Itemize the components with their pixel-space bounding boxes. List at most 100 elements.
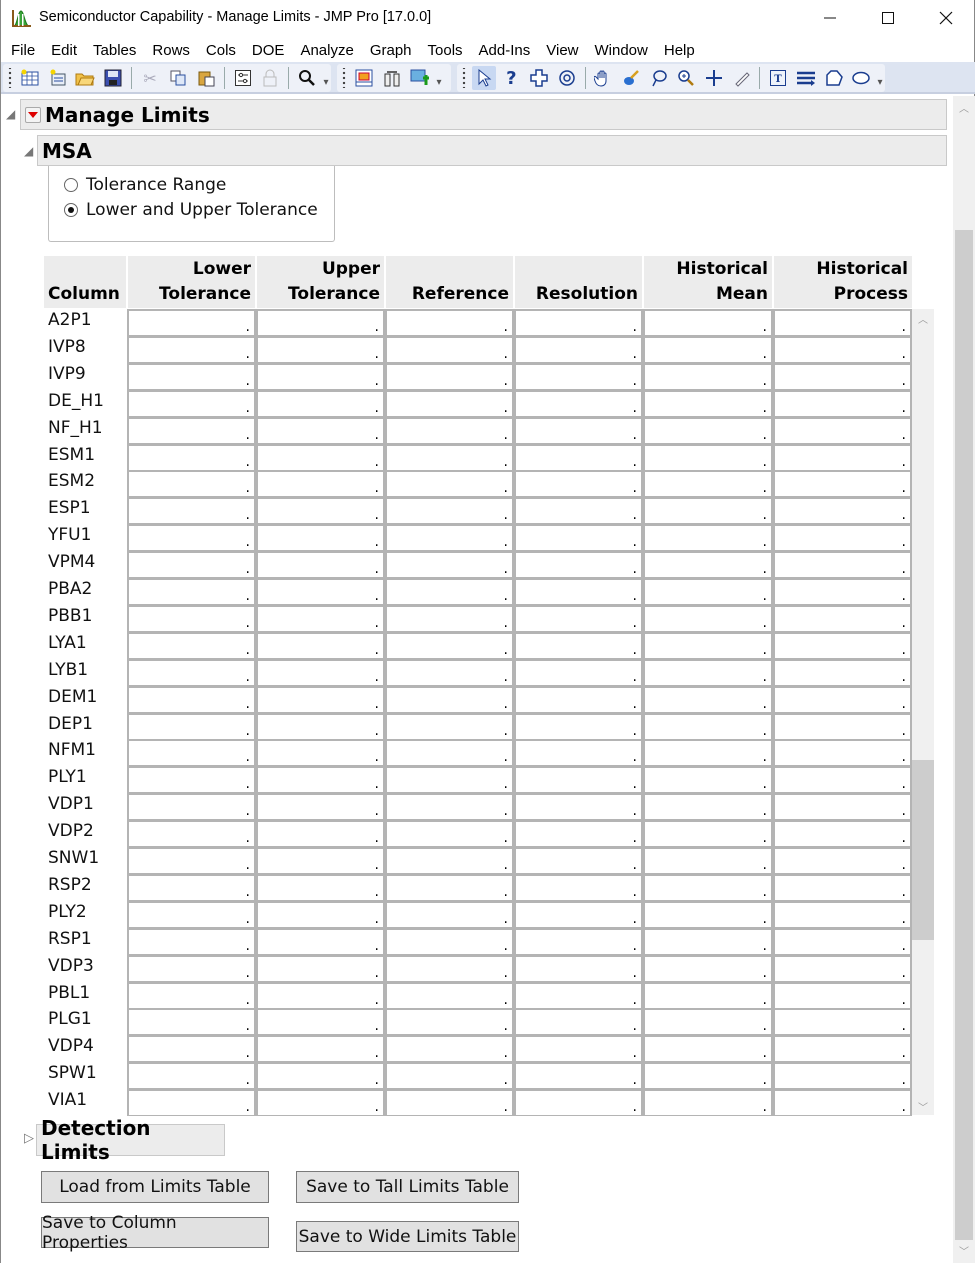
reference-input[interactable]: . xyxy=(385,820,514,848)
lasso-tool-icon[interactable] xyxy=(647,66,671,90)
historical-process-sigma-input[interactable]: . xyxy=(773,631,912,659)
upper-tolerance-input[interactable]: . xyxy=(256,416,385,444)
lower-tolerance-input[interactable]: . xyxy=(127,658,256,686)
historical-mean-input[interactable]: . xyxy=(643,981,773,1009)
lower-tolerance-input[interactable]: . xyxy=(127,578,256,605)
resolution-input[interactable]: . xyxy=(514,631,643,659)
line-tool-icon[interactable] xyxy=(730,66,754,90)
lower-tolerance-input[interactable]: . xyxy=(127,524,256,552)
historical-mean-input[interactable]: . xyxy=(643,927,773,955)
toolbar-overflow-icon[interactable]: ▾ xyxy=(875,66,885,90)
historical-process-sigma-input[interactable]: . xyxy=(773,793,912,821)
resolution-input[interactable]: . xyxy=(514,470,643,498)
historical-process-sigma-input[interactable]: . xyxy=(773,873,912,901)
historical-mean-input[interactable]: . xyxy=(643,658,773,686)
window-scrollbar-thumb[interactable] xyxy=(955,230,973,1240)
resolution-input[interactable]: . xyxy=(514,793,643,821)
menu-graph[interactable]: Graph xyxy=(370,42,412,59)
upper-tolerance-input[interactable]: . xyxy=(256,927,385,955)
lower-tolerance-input[interactable]: . xyxy=(127,497,256,525)
resolution-input[interactable]: . xyxy=(514,847,643,874)
lower-tolerance-input[interactable]: . xyxy=(127,1008,256,1036)
upper-tolerance-input[interactable]: . xyxy=(256,309,385,336)
add-graph-icon[interactable] xyxy=(408,66,432,90)
toolbar-overflow-icon[interactable]: ▾ xyxy=(434,66,444,90)
menu-help[interactable]: Help xyxy=(664,42,695,59)
lower-tolerance-input[interactable]: . xyxy=(127,927,256,955)
save-to-tall-limits-table-button[interactable]: Save to Tall Limits Table xyxy=(296,1171,519,1203)
disclosure-open-icon[interactable]: ◢ xyxy=(6,107,15,121)
upper-tolerance-input[interactable]: . xyxy=(256,873,385,901)
reference-input[interactable]: . xyxy=(385,335,514,363)
resolution-input[interactable]: . xyxy=(514,900,643,928)
plus-tool-icon[interactable] xyxy=(702,66,726,90)
table-scrollbar-thumb[interactable] xyxy=(912,760,934,940)
historical-process-sigma-input[interactable]: . xyxy=(773,1035,912,1063)
historical-process-sigma-input[interactable]: . xyxy=(773,604,912,632)
upper-tolerance-input[interactable]: . xyxy=(256,470,385,498)
lower-tolerance-input[interactable]: . xyxy=(127,470,256,498)
manage-limits-outline-header[interactable]: Manage Limits xyxy=(20,99,947,130)
reference-input[interactable]: . xyxy=(385,1008,514,1036)
lower-tolerance-input[interactable]: . xyxy=(127,443,256,471)
menu-analyze[interactable]: Analyze xyxy=(300,42,353,59)
ellipse-tool-icon[interactable] xyxy=(849,66,873,90)
hand-tool-icon[interactable] xyxy=(592,66,616,90)
menu-edit[interactable]: Edit xyxy=(51,42,77,59)
historical-process-sigma-input[interactable]: . xyxy=(773,1008,912,1036)
upper-tolerance-input[interactable]: . xyxy=(256,739,385,767)
historical-mean-input[interactable]: . xyxy=(643,1035,773,1063)
historical-mean-input[interactable]: . xyxy=(643,631,773,659)
menu-doe[interactable]: DOE xyxy=(252,42,285,59)
historical-process-sigma-input[interactable]: . xyxy=(773,981,912,1009)
resolution-input[interactable]: . xyxy=(514,739,643,767)
historical-mean-input[interactable]: . xyxy=(643,578,773,605)
resolution-input[interactable]: . xyxy=(514,389,643,417)
upper-tolerance-input[interactable]: . xyxy=(256,1062,385,1090)
reference-input[interactable]: . xyxy=(385,524,514,552)
resolution-input[interactable]: . xyxy=(514,927,643,955)
resolution-input[interactable]: . xyxy=(514,766,643,794)
historical-process-sigma-input[interactable]: . xyxy=(773,766,912,794)
lower-tolerance-input[interactable]: . xyxy=(127,1062,256,1090)
simple-shape-icon[interactable] xyxy=(794,66,818,90)
historical-mean-input[interactable]: . xyxy=(643,362,773,390)
resolution-input[interactable]: . xyxy=(514,685,643,713)
upper-tolerance-input[interactable]: . xyxy=(256,1089,385,1117)
historical-process-sigma-input[interactable]: . xyxy=(773,497,912,525)
resolution-input[interactable]: . xyxy=(514,873,643,901)
lower-tolerance-input[interactable]: . xyxy=(127,416,256,444)
red-triangle-menu-icon[interactable] xyxy=(25,106,41,123)
lower-tolerance-input[interactable]: . xyxy=(127,685,256,713)
reference-input[interactable]: . xyxy=(385,712,514,740)
historical-process-sigma-input[interactable]: . xyxy=(773,927,912,955)
reference-input[interactable]: . xyxy=(385,739,514,767)
historical-mean-input[interactable]: . xyxy=(643,739,773,767)
resolution-input[interactable]: . xyxy=(514,524,643,552)
upper-tolerance-input[interactable]: . xyxy=(256,712,385,740)
menu-tables[interactable]: Tables xyxy=(93,42,136,59)
lower-tolerance-input[interactable]: . xyxy=(127,954,256,982)
lower-tolerance-input[interactable]: . xyxy=(127,309,256,336)
upper-tolerance-input[interactable]: . xyxy=(256,551,385,579)
lower-tolerance-input[interactable]: . xyxy=(127,739,256,767)
historical-mean-input[interactable]: . xyxy=(643,604,773,632)
historical-mean-input[interactable]: . xyxy=(643,497,773,525)
new-script-icon[interactable] xyxy=(46,66,70,90)
upper-tolerance-input[interactable]: . xyxy=(256,1008,385,1036)
reference-input[interactable]: . xyxy=(385,685,514,713)
reference-input[interactable]: . xyxy=(385,470,514,498)
save-to-column-properties-button[interactable]: Save to Column Properties xyxy=(41,1213,269,1253)
menu-tools[interactable]: Tools xyxy=(428,42,463,59)
radio-tolerance-range[interactable]: Tolerance Range xyxy=(64,175,226,195)
resolution-input[interactable]: . xyxy=(514,362,643,390)
menu-add-ins[interactable]: Add-Ins xyxy=(479,42,531,59)
upper-tolerance-input[interactable]: . xyxy=(256,631,385,659)
radio-lower-and-upper-tolerance[interactable]: Lower and Upper Tolerance xyxy=(64,200,318,220)
scroll-down-icon[interactable]: ﹀ xyxy=(953,1241,975,1259)
lower-tolerance-input[interactable]: . xyxy=(127,766,256,794)
window-scrollbar[interactable]: ︿ ﹀ xyxy=(953,96,975,1263)
menu-cols[interactable]: Cols xyxy=(206,42,236,59)
historical-process-sigma-input[interactable]: . xyxy=(773,551,912,579)
lock-icon[interactable] xyxy=(258,66,282,90)
